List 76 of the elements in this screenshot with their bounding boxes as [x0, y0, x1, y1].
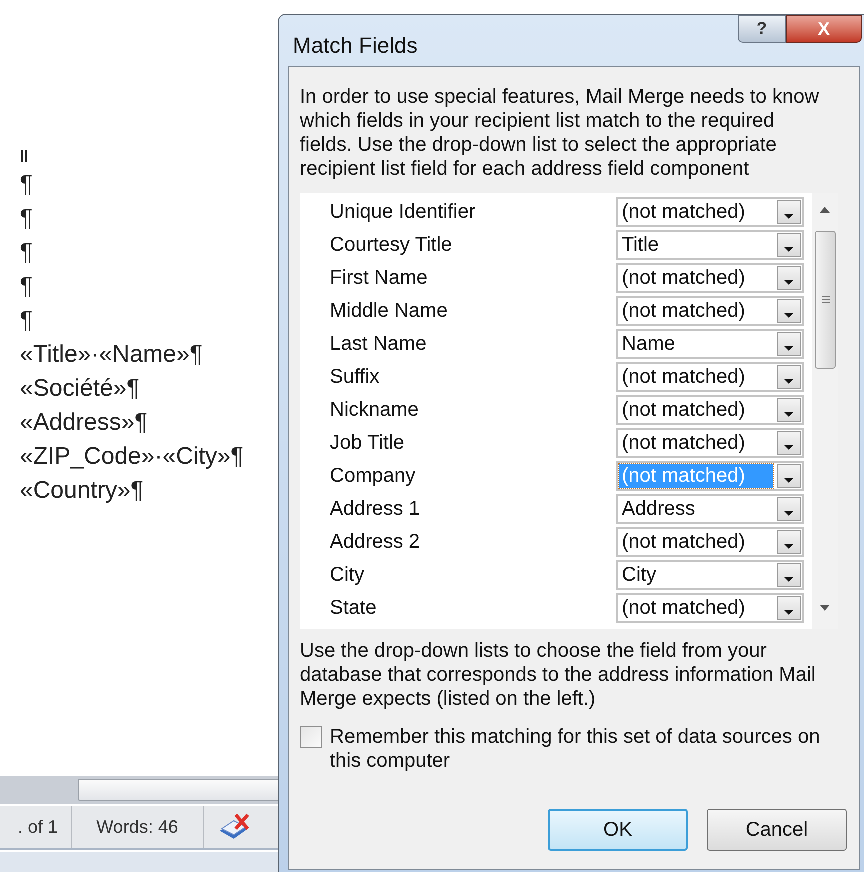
dropdown-value: (not matched) — [621, 298, 746, 322]
field-label: Address 1 — [330, 496, 422, 522]
dialog-title: Match Fields — [293, 32, 418, 60]
merge-field-line: «Title»·«Name»¶ — [20, 340, 204, 370]
field-dropdown[interactable]: (not matched) — [616, 394, 804, 424]
field-dropdown[interactable]: (not matched) — [616, 362, 804, 392]
scroll-up-arrow-icon[interactable] — [820, 207, 830, 213]
field-dropdown[interactable]: (not matched) — [616, 196, 804, 226]
field-label: Nickname — [330, 398, 420, 422]
dropdown-value: (not matched) — [621, 200, 746, 224]
grip-icon — [822, 296, 830, 304]
field-dropdown[interactable]: (not matched) — [616, 592, 804, 622]
dropdown-value: (not matched) — [621, 266, 746, 290]
merge-field-line: ¶ — [20, 306, 34, 336]
dropdown-value: (not matched) — [621, 530, 746, 554]
dialog-button[interactable]: OK — [548, 809, 688, 851]
dropdown-value: City — [621, 562, 658, 586]
word-count[interactable]: Words: 46 — [72, 806, 204, 848]
merge-field-line: «Société»¶ — [20, 374, 141, 404]
field-dropdown[interactable]: Address — [616, 494, 804, 524]
field-dropdown[interactable]: (not matched) — [616, 526, 804, 556]
scrollbar-thumb[interactable] — [815, 231, 836, 369]
dropdown-arrow-icon — [784, 346, 794, 350]
field-label: Last Name — [330, 332, 428, 356]
dropdown-arrow-icon — [784, 214, 794, 218]
dropdown-arrow-icon — [784, 478, 794, 482]
merge-field-line: ¶ — [20, 170, 34, 200]
merge-field-line: «Country»¶ — [20, 476, 145, 506]
field-dropdown[interactable]: (not matched) — [616, 428, 804, 458]
field-label: Address 2 — [330, 530, 422, 554]
field-dropdown[interactable]: (not matched) — [616, 296, 804, 326]
dropdown-arrow-icon — [784, 576, 794, 582]
dropdown-arrow-icon — [784, 412, 794, 416]
dropdown-value: (not matched) — [621, 398, 746, 422]
dropdown-value: (not matched) — [621, 430, 746, 454]
field-label: Suffix — [330, 364, 381, 390]
merge-field-line: «Address»¶ — [20, 408, 149, 438]
remember-checkbox[interactable] — [300, 726, 322, 748]
field-label: Unique Identifier — [330, 200, 477, 224]
dropdown-arrow-icon — [784, 444, 794, 450]
dropdown-value: (not matched) — [621, 596, 746, 620]
dropdown-arrow-icon — [784, 280, 794, 284]
dropdown-arrow-icon — [784, 510, 794, 516]
scroll-down-arrow-icon[interactable] — [820, 605, 830, 611]
dropdown-value: Name — [621, 332, 676, 356]
field-label: Courtesy Title — [330, 232, 454, 258]
merge-field-line: ¶ — [20, 238, 34, 268]
dropdown-value: (not matched) — [619, 464, 773, 488]
dropdown-arrow-icon — [784, 312, 794, 318]
dropdown-arrow-icon — [784, 544, 794, 548]
dropdown-arrow-icon — [784, 378, 794, 384]
field-label: City — [330, 562, 366, 588]
pilcrow-fragment-icon — [20, 150, 28, 162]
help-button[interactable]: ? — [738, 15, 786, 43]
remember-label[interactable]: Remember this matching for this set of data sources on this computer — [330, 725, 845, 773]
dropdown-value: Title — [621, 232, 660, 256]
field-dropdown[interactable]: Title — [616, 230, 804, 260]
field-dropdown[interactable]: Name — [616, 328, 804, 358]
page-count[interactable]: . of 1 — [0, 806, 72, 848]
dropdown-arrow-icon — [784, 246, 794, 252]
field-label: Job Title — [330, 430, 406, 456]
merge-field-line: «ZIP_Code»·«City»¶ — [20, 442, 244, 472]
dialog-button[interactable]: Cancel — [707, 809, 847, 851]
field-label: First Name — [330, 266, 429, 290]
merge-field-line: ¶ — [20, 272, 34, 302]
dropdown-arrow-icon — [784, 610, 794, 614]
field-dropdown[interactable]: (not matched) — [616, 262, 804, 292]
hint-text: Use the drop-down lists to choose the field from your database that corresponds to the address information Mail Merge expects (listed on the left.) — [300, 639, 817, 711]
field-label: Company — [330, 464, 417, 488]
field-label: State — [330, 596, 378, 620]
dropdown-value: Address — [621, 496, 696, 520]
merge-field-line: ¶ — [20, 204, 34, 234]
field-label: Middle Name — [330, 298, 449, 324]
intro-text: In order to use special features, Mail Merge needs to know which fields in your recipient list match to the required fields. Use the drop-down list to select the appropriate recipient list field for each address field component — [300, 85, 820, 181]
field-dropdown[interactable]: City — [616, 560, 804, 590]
dropdown-value: (not matched) — [621, 364, 746, 388]
